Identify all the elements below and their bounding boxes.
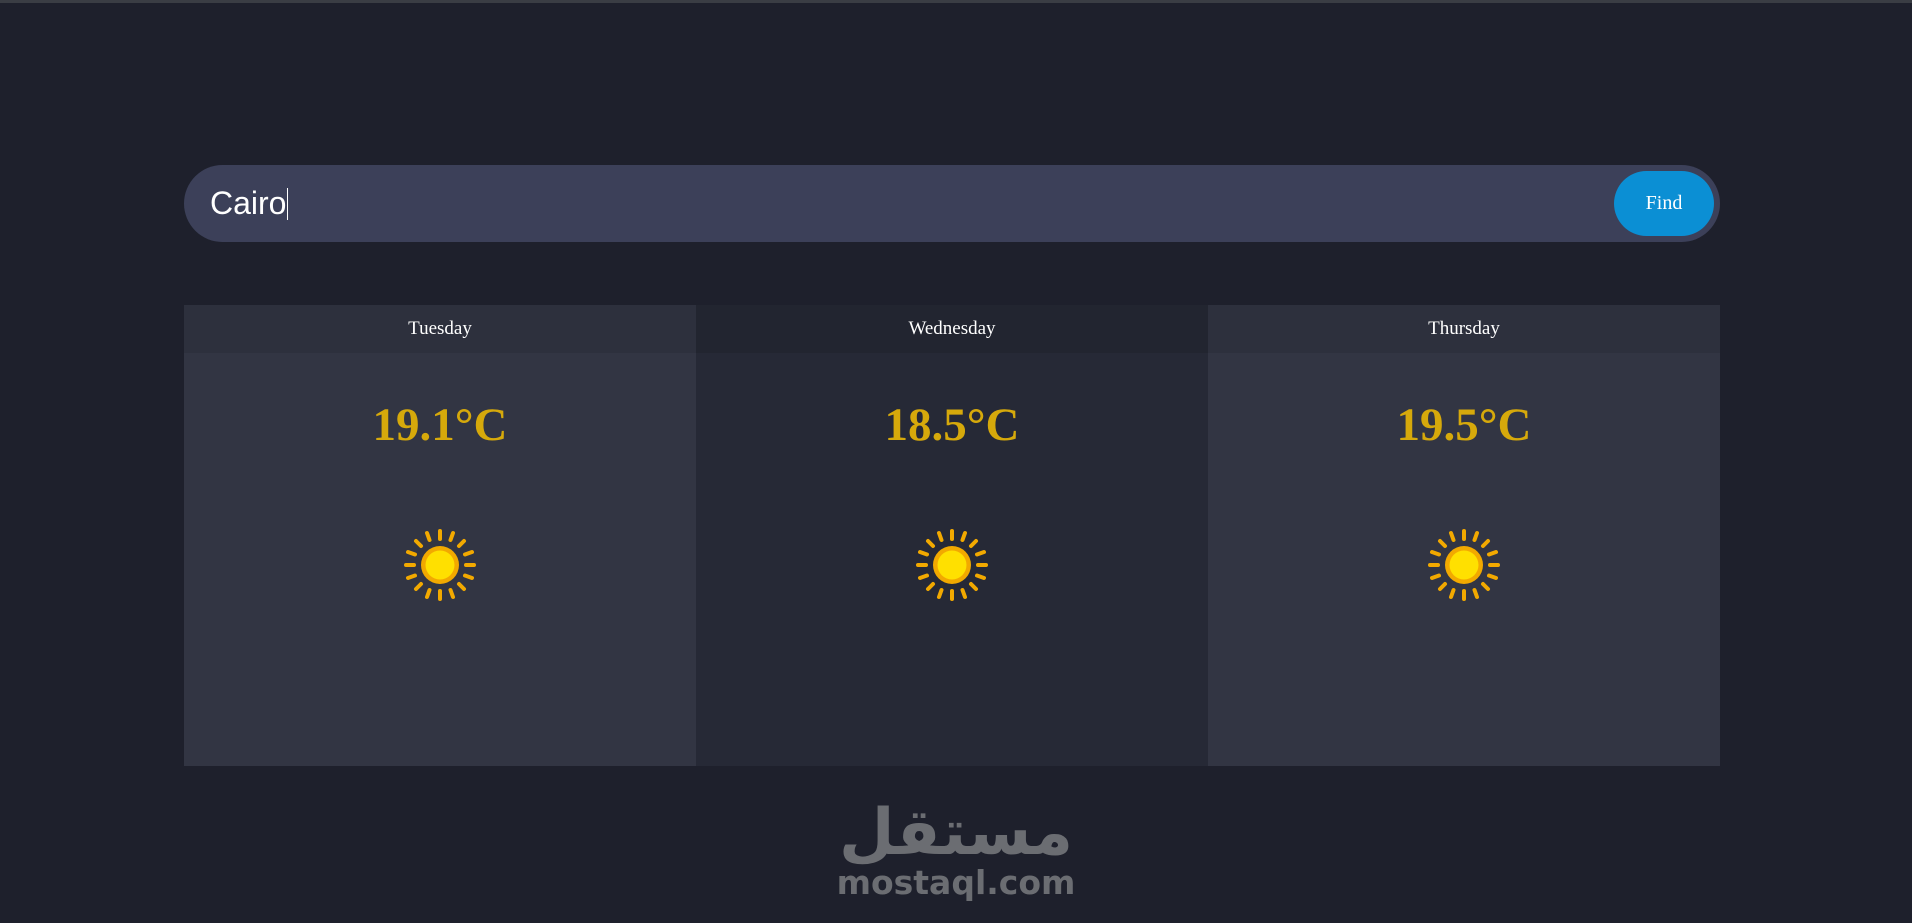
forecast-panel: Tuesday 19.1°C Wednesday 18.5°C Thursday… (184, 305, 1720, 766)
search-input[interactable]: Cairo (208, 165, 1470, 242)
search-bar: Cairo Find (184, 165, 1720, 242)
watermark-arabic-text: مستقل (838, 796, 1074, 870)
mostaql-watermark: مستقل mostaql.com (836, 796, 1076, 902)
sun-icon (404, 529, 476, 601)
forecast-day: Wednesday (696, 305, 1208, 353)
forecast-card-wednesday: Wednesday 18.5°C (696, 305, 1208, 766)
watermark-url-text: mostaql.com (836, 863, 1076, 902)
search-input-value: Cairo (210, 185, 287, 221)
text-caret (287, 187, 289, 220)
top-border (0, 0, 1912, 3)
sun-icon (916, 529, 988, 601)
forecast-card-thursday: Thursday 19.5°C (1208, 305, 1720, 766)
forecast-temperature: 18.5°C (884, 399, 1020, 451)
find-button[interactable]: Find (1614, 171, 1714, 236)
forecast-temperature: 19.1°C (372, 399, 508, 451)
forecast-card-tuesday: Tuesday 19.1°C (184, 305, 696, 766)
forecast-temperature: 19.5°C (1396, 399, 1532, 451)
forecast-day: Tuesday (184, 305, 696, 353)
sun-icon (1428, 529, 1500, 601)
forecast-day: Thursday (1208, 305, 1720, 353)
